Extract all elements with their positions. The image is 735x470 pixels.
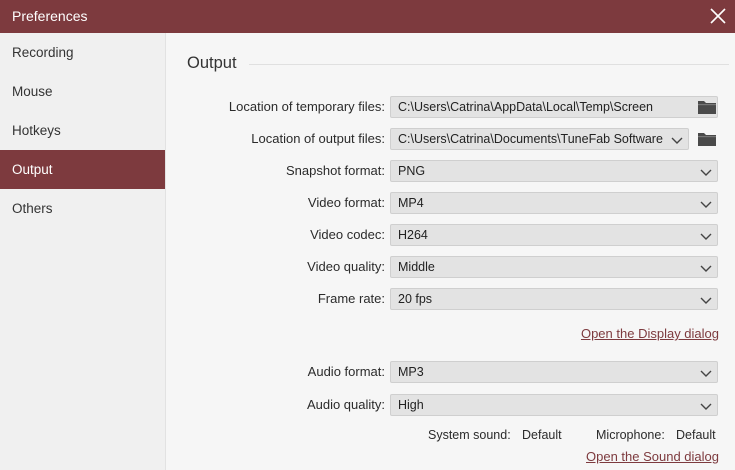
chevron-down-icon (699, 293, 713, 307)
frame-rate-row: Frame rate: 20 fps (166, 288, 735, 310)
frame-rate-value: 20 fps (398, 292, 433, 306)
video-codec-value: H264 (398, 228, 428, 242)
open-display-dialog-link[interactable]: Open the Display dialog (581, 326, 719, 341)
sidebar-item-recording[interactable]: Recording (0, 33, 165, 72)
sidebar-item-mouse[interactable]: Mouse (0, 72, 165, 111)
system-sound-label: System sound: (428, 428, 511, 442)
microphone-value: Default (676, 428, 716, 442)
snapshot-format-label: Snapshot format: (286, 163, 385, 178)
audio-format-select[interactable]: MP3 (390, 361, 718, 383)
temp-location-select[interactable]: C:\Users\Catrina\AppData\Local\Temp\Scre… (390, 96, 718, 118)
video-codec-row: Video codec: H264 (166, 224, 735, 246)
close-button[interactable] (707, 5, 729, 27)
audio-quality-select[interactable]: High (390, 394, 718, 416)
title-bar: Preferences (0, 0, 735, 33)
window-title: Preferences (12, 8, 88, 24)
audio-quality-label: Audio quality: (306, 397, 385, 412)
video-quality-label: Video quality: (307, 259, 385, 274)
output-location-row: Location of output files: C:\Users\Catri… (166, 128, 735, 150)
output-location-label: Location of output files: (251, 131, 385, 146)
video-format-row: Video format: MP4 (166, 192, 735, 214)
audio-quality-row: Audio quality: High (166, 394, 735, 416)
video-quality-row: Video quality: Middle (166, 256, 735, 278)
video-format-value: MP4 (398, 196, 424, 210)
chevron-down-icon (699, 366, 713, 380)
chevron-down-icon (699, 197, 713, 211)
sidebar-item-output[interactable]: Output (0, 150, 165, 189)
temp-location-value: C:\Users\Catrina\AppData\Local\Temp\Scre… (398, 100, 653, 114)
folder-icon[interactable] (697, 131, 717, 147)
audio-format-value: MP3 (398, 365, 424, 379)
open-sound-dialog-link[interactable]: Open the Sound dialog (586, 449, 719, 464)
system-sound-value: Default (522, 428, 562, 442)
section-title: Output (187, 54, 237, 72)
folder-icon[interactable] (697, 99, 717, 115)
temp-location-row: Location of temporary files: C:\Users\Ca… (166, 96, 735, 118)
output-location-select[interactable]: C:\Users\Catrina\Documents\TuneFab Softw… (390, 128, 689, 150)
video-quality-value: Middle (398, 260, 435, 274)
temp-location-label: Location of temporary files: (228, 99, 385, 114)
chevron-down-icon (699, 229, 713, 243)
sidebar: Recording Mouse Hotkeys Output Others (0, 33, 166, 470)
output-panel: Output Location of temporary files: C:\U… (166, 33, 735, 470)
snapshot-format-select[interactable]: PNG (390, 160, 718, 182)
snapshot-format-row: Snapshot format: PNG (166, 160, 735, 182)
sidebar-item-hotkeys[interactable]: Hotkeys (0, 111, 165, 150)
chevron-down-icon (699, 261, 713, 275)
microphone-label: Microphone: (596, 428, 665, 442)
video-quality-select[interactable]: Middle (390, 256, 718, 278)
chevron-down-icon (699, 399, 713, 413)
frame-rate-label: Frame rate: (317, 291, 385, 306)
snapshot-format-value: PNG (398, 164, 426, 178)
audio-format-row: Audio format: MP3 (166, 361, 735, 383)
sidebar-item-others[interactable]: Others (0, 189, 165, 228)
video-codec-select[interactable]: H264 (390, 224, 718, 246)
chevron-down-icon (699, 165, 713, 179)
output-location-value: C:\Users\Catrina\Documents\TuneFab Softw… (398, 132, 663, 146)
chevron-down-icon (670, 133, 684, 147)
section-divider (249, 64, 729, 65)
close-icon (710, 8, 726, 24)
frame-rate-select[interactable]: 20 fps (390, 288, 718, 310)
audio-quality-value: High (398, 398, 424, 412)
video-format-select[interactable]: MP4 (390, 192, 718, 214)
video-codec-label: Video codec: (310, 227, 385, 242)
audio-format-label: Audio format: (307, 364, 385, 379)
video-format-label: Video format: (307, 195, 385, 210)
